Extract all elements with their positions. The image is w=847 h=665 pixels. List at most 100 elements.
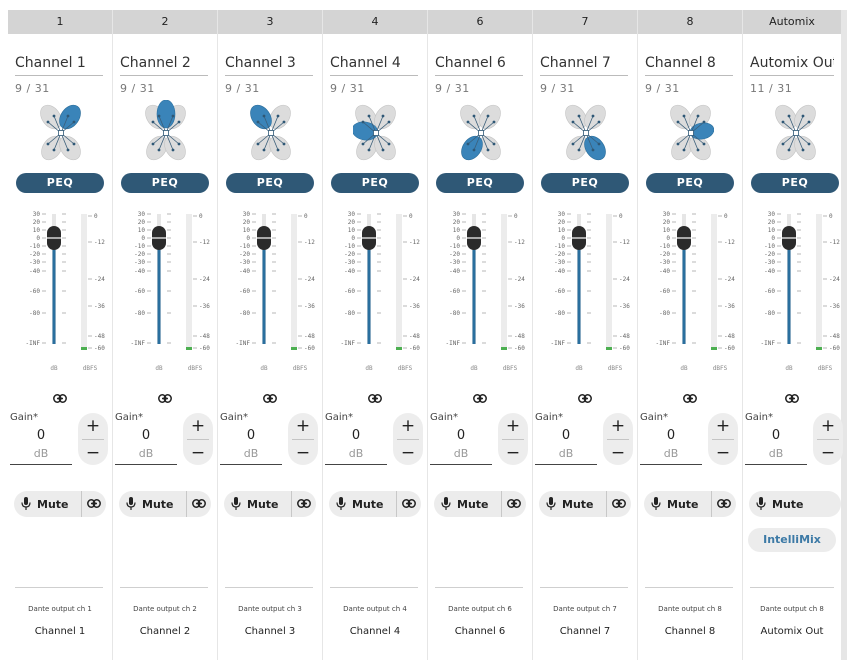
channel-name[interactable]: Channel 7 — [540, 55, 628, 76]
stereo-link-button[interactable] — [428, 392, 532, 407]
footer-channel-name: Channel 8 — [664, 626, 716, 637]
gain-input[interactable]: 0 dB — [115, 426, 177, 465]
coverage-lobe-icon[interactable] — [668, 100, 715, 166]
peq-button[interactable]: PEQ — [16, 173, 104, 193]
stereo-link-button[interactable] — [743, 392, 841, 407]
gain-decrease-button[interactable]: − — [393, 440, 423, 465]
svg-text:-60: -60 — [554, 288, 565, 295]
intellimix-button[interactable]: IntelliMix — [748, 528, 836, 552]
gain-decrease-button[interactable]: − — [813, 440, 843, 465]
mute-button[interactable]: Mute — [434, 491, 501, 517]
gain-decrease-button[interactable]: − — [708, 440, 738, 465]
channel-name[interactable]: Channel 4 — [330, 55, 418, 76]
mute-link-button[interactable] — [711, 491, 736, 517]
coverage-lobe-icon[interactable] — [143, 99, 189, 166]
mute-button[interactable]: Mute — [329, 491, 396, 517]
footer-channel-name: Channel 4 — [349, 626, 401, 637]
svg-text:-INF: -INF — [446, 340, 461, 347]
gain-increase-button[interactable]: + — [288, 413, 318, 439]
gain-decrease-button[interactable]: − — [498, 440, 528, 465]
mute-link-button[interactable] — [291, 491, 316, 517]
gain-increase-button[interactable]: + — [78, 413, 108, 439]
mute-button[interactable]: Mute — [749, 491, 841, 517]
channel-name[interactable]: Channel 8 — [645, 55, 733, 76]
channel-name[interactable]: Channel 2 — [120, 55, 208, 76]
stereo-link-button[interactable] — [533, 392, 637, 407]
stereo-link-button[interactable] — [218, 392, 322, 407]
fader-meter[interactable]: 30 20 10 0 -10 -20 -30 -40 -60 -80 -INF 0 -12 -24 -36-… — [8, 202, 112, 388]
gain-value: 0 — [36, 428, 46, 443]
gain-increase-button[interactable]: + — [183, 413, 213, 439]
gain-input[interactable]: 0 dB — [640, 426, 702, 465]
gain-decrease-button[interactable]: − — [603, 440, 633, 465]
svg-text:-INF: -INF — [656, 340, 671, 347]
gain-input[interactable]: 0 dB — [430, 426, 492, 465]
coverage-lobe-icon[interactable] — [38, 100, 84, 166]
fader-scale-graphic: 3020100-10-20-30-40-60-80-INF0-12-24-36-… — [26, 211, 106, 372]
gain-input[interactable]: 0 dB — [220, 426, 282, 465]
coverage-lobe-icon[interactable] — [563, 100, 609, 166]
peq-button[interactable]: PEQ — [121, 173, 209, 193]
channel-name[interactable]: Channel 1 — [15, 55, 103, 76]
mute-button[interactable]: Mute — [14, 491, 81, 517]
peq-button[interactable]: PEQ — [541, 173, 629, 193]
gain-increase-button[interactable]: + — [498, 413, 528, 439]
svg-text:-INF: -INF — [761, 340, 776, 347]
gain-decrease-button[interactable]: − — [78, 440, 108, 465]
gain-input[interactable]: 0 dB — [10, 426, 72, 465]
gain-increase-button[interactable]: + — [813, 413, 843, 439]
gain-increase-button[interactable]: + — [603, 413, 633, 439]
gain-stepper: + − — [78, 413, 108, 465]
gain-decrease-button[interactable]: − — [183, 440, 213, 465]
mute-link-button[interactable] — [606, 491, 631, 517]
fader-meter[interactable]: 30 20 10 0 -10 -20 -30 -40 -60 -80 -INF 0 -12 -24 -36-… — [533, 202, 637, 388]
coverage-lobe-icon[interactable] — [248, 100, 294, 166]
svg-text:-40: -40 — [134, 268, 145, 275]
peq-button[interactable]: PEQ — [436, 173, 524, 193]
channel-name[interactable]: Automix Out — [750, 55, 834, 76]
mute-button[interactable]: Mute — [119, 491, 186, 517]
fader-meter[interactable]: 30 20 10 0 -10 -20 -30 -40 -60 -80 -INF 0 -12 -24 -36-… — [743, 202, 847, 388]
fader-meter[interactable]: 30 20 10 0 -10 -20 -30 -40 -60 -80 -INF 0 -12 -24 -36-… — [323, 202, 427, 388]
mute-link-button[interactable] — [81, 491, 106, 517]
fader-scale-graphic: 3020100-10-20-30-40-60-80-INF0-12-24-36-… — [446, 211, 526, 372]
stereo-link-button[interactable] — [113, 392, 217, 407]
gain-input[interactable]: 0 dB — [745, 426, 807, 465]
gain-input[interactable]: 0 dB — [535, 426, 597, 465]
svg-text:-10: -10 — [134, 243, 145, 250]
mute-link-button[interactable] — [501, 491, 526, 517]
coverage-lobe-icon[interactable] — [458, 100, 504, 166]
mute-button[interactable]: Mute — [644, 491, 711, 517]
stereo-link-button[interactable] — [638, 392, 742, 407]
coverage-lobe-icon[interactable] — [351, 100, 399, 166]
fader-meter[interactable]: 30 20 10 0 -10 -20 -30 -40 -60 -80 -INF 0 -12 -24 -36-… — [113, 202, 217, 388]
stereo-link-button[interactable] — [8, 392, 112, 407]
svg-text:-48: -48 — [619, 333, 630, 340]
channel-strip-7: 8 Channel 89 / 31 PEQ 30 20 10 0 -10 -20 -30 -40 -6… — [638, 10, 742, 660]
channel-name[interactable]: Channel 3 — [225, 55, 313, 76]
mute-link-button[interactable] — [186, 491, 211, 517]
coverage-lobe-icon[interactable] — [773, 100, 819, 166]
fader-meter[interactable]: 30 20 10 0 -10 -20 -30 -40 -60 -80 -INF 0 -12 -24 -36-… — [428, 202, 532, 388]
mute-link-button[interactable] — [396, 491, 421, 517]
peq-button[interactable]: PEQ — [226, 173, 314, 193]
dante-output-label: Dante output ch 4 — [343, 605, 407, 613]
stereo-link-button[interactable] — [323, 392, 427, 407]
gain-increase-button[interactable]: + — [393, 413, 423, 439]
mute-button[interactable]: Mute — [539, 491, 606, 517]
peq-button[interactable]: PEQ — [331, 173, 419, 193]
svg-text:0: 0 — [409, 213, 413, 220]
gain-input[interactable]: 0 dB — [325, 426, 387, 465]
svg-text:-36: -36 — [94, 303, 105, 310]
peq-button[interactable]: PEQ — [751, 173, 839, 193]
gain-decrease-button[interactable]: − — [288, 440, 318, 465]
mute-button[interactable]: Mute — [224, 491, 291, 517]
svg-text:10: 10 — [558, 227, 566, 234]
peq-button[interactable]: PEQ — [646, 173, 734, 193]
channel-name[interactable]: Channel 6 — [435, 55, 523, 76]
fader-meter[interactable]: 30 20 10 0 -10 -20 -30 -40 -60 -80 -INF 0 -12 -24 -36-… — [218, 202, 322, 388]
gain-increase-button[interactable]: + — [708, 413, 738, 439]
mute-control: Mute — [434, 491, 526, 517]
fader-meter[interactable]: 30 20 10 0 -10 -20 -30 -40 -60 -80 -INF 0 -12 -24 -36-… — [638, 202, 742, 388]
gain-stepper: + − — [498, 413, 528, 465]
